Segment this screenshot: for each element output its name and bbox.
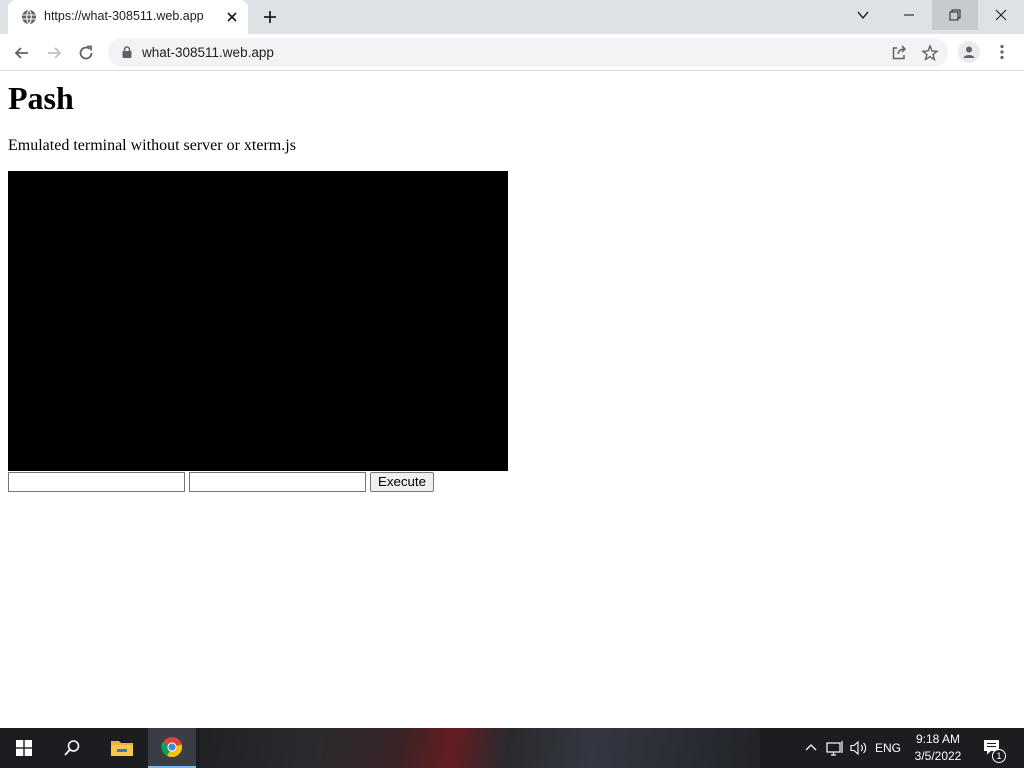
vertical-dots-icon — [1000, 44, 1004, 60]
tab-title: https://what-308511.web.app — [44, 9, 204, 23]
reload-icon — [79, 45, 93, 60]
forward-arrow-icon — [48, 47, 62, 59]
language-text: ENG — [874, 741, 901, 755]
network-icon — [826, 741, 843, 756]
profile-button[interactable] — [958, 41, 980, 63]
windows-start-icon — [16, 740, 32, 756]
browser-titlebar: https://what-308511.web.app — [0, 0, 1024, 34]
back-button[interactable] — [11, 42, 33, 64]
share-icon[interactable] — [890, 44, 908, 62]
browser-tab[interactable]: https://what-308511.web.app — [8, 0, 248, 34]
close-window-button[interactable] — [978, 0, 1024, 30]
web-page: Pash Emulated terminal without server or… — [0, 72, 1024, 728]
volume-button[interactable] — [848, 728, 870, 768]
plus-icon[interactable] — [261, 8, 279, 26]
execute-button[interactable]: Execute — [370, 472, 434, 492]
clock-time: 9:18 AM — [915, 732, 961, 746]
tab-search-button[interactable] — [840, 0, 886, 30]
clock-date: 3/5/2022 — [914, 749, 962, 763]
notification-center-button[interactable]: 1 — [978, 728, 1008, 768]
forward-button[interactable] — [43, 42, 65, 64]
reload-button[interactable] — [75, 42, 97, 64]
speaker-icon — [850, 740, 867, 756]
chrome-taskbar-button[interactable] — [148, 728, 196, 768]
taskbar-clock[interactable]: 9:18 AM 3/5/2022 — [905, 731, 971, 765]
star-icon[interactable] — [921, 44, 939, 62]
chevron-down-icon — [857, 11, 869, 20]
browser-menu-button[interactable] — [994, 42, 1010, 62]
url-text[interactable]: what-308511.web.app — [142, 45, 274, 60]
page-title: Pash — [8, 80, 74, 116]
back-arrow-icon — [14, 47, 28, 59]
chevron-up-icon — [805, 744, 817, 751]
globe-icon — [22, 9, 36, 25]
close-icon[interactable] — [224, 9, 240, 25]
windows-taskbar: ENG 9:18 AM 3/5/2022 1 — [0, 728, 1024, 768]
restore-icon — [949, 9, 961, 21]
notification-count: 1 — [992, 749, 1006, 763]
network-button[interactable] — [824, 728, 846, 768]
terminal-output[interactable] — [8, 171, 508, 471]
profile-icon — [963, 46, 975, 58]
minimize-button[interactable] — [886, 0, 932, 30]
command-input[interactable] — [8, 472, 185, 492]
search-icon — [64, 740, 80, 756]
restore-button[interactable] — [932, 0, 978, 30]
file-explorer-button[interactable] — [98, 728, 146, 768]
start-button[interactable] — [0, 728, 48, 768]
address-bar[interactable]: what-308511.web.app — [108, 38, 948, 67]
lock-icon[interactable] — [120, 45, 134, 59]
chrome-icon — [161, 737, 183, 758]
argument-input[interactable] — [189, 472, 366, 492]
close-icon — [995, 9, 1007, 21]
page-subtitle: Emulated terminal without server or xter… — [8, 137, 296, 154]
tray-overflow-button[interactable] — [800, 728, 822, 768]
language-indicator[interactable]: ENG — [872, 728, 904, 768]
minimize-icon — [904, 14, 914, 16]
folder-icon — [111, 741, 133, 756]
browser-toolbar: what-308511.web.app — [0, 34, 1024, 71]
taskbar-background — [200, 728, 760, 768]
search-button[interactable] — [48, 728, 96, 768]
